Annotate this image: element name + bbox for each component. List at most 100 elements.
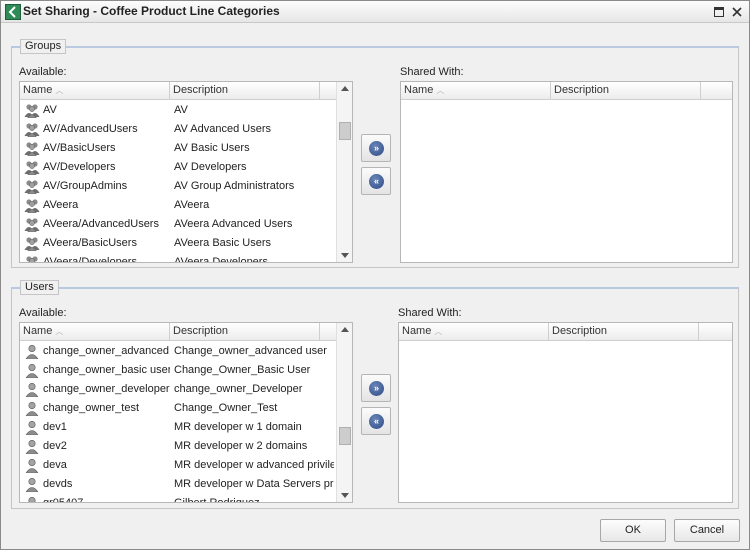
window-title: Set Sharing - Coffee Product Line Catego…	[23, 4, 280, 18]
scrollbar[interactable]	[336, 82, 352, 262]
table-row[interactable]: dev1 MR developer w 1 domain	[20, 418, 336, 437]
groups-available-rows: AV AV AV/AdvancedUsers AV Advanced Users AV/…	[20, 101, 336, 262]
groups-shared-label: Shared With:	[400, 66, 464, 78]
row-description: AVeera Advanced Users	[174, 218, 293, 230]
row-name: dev2	[24, 437, 170, 456]
row-description: AVeera	[174, 199, 210, 211]
scrollbar[interactable]	[336, 323, 352, 502]
table-row[interactable]: AV/BasicUsers AV Basic Users	[20, 139, 336, 158]
row-name-text: change_owner_basic user	[43, 364, 170, 376]
table-row[interactable]: change_owner_advanced Change_owner_advanc…	[20, 342, 336, 361]
add-user-button[interactable]: »	[361, 374, 391, 402]
column-header-description[interactable]: Description	[170, 323, 320, 341]
close-icon[interactable]	[730, 5, 744, 19]
column-header-name[interactable]: Name ︿	[399, 323, 549, 341]
remove-user-button[interactable]: «	[361, 407, 391, 435]
user-icon	[24, 344, 40, 360]
column-header-description[interactable]: Description	[170, 82, 320, 100]
move-left-icon: «	[369, 174, 384, 189]
table-row[interactable]: AVeera/AdvancedUsers AVeera Advanced User…	[20, 215, 336, 234]
users-shared-list[interactable]: Name ︿ Description	[398, 322, 733, 503]
scroll-thumb[interactable]	[339, 122, 351, 140]
table-row[interactable]: devds MR developer w Data Servers privile…	[20, 475, 336, 494]
user-icon	[24, 363, 40, 379]
row-description: AV Developers	[174, 161, 247, 173]
user-icon	[24, 458, 40, 474]
row-name: AVeera/AdvancedUsers	[24, 215, 170, 234]
ok-button[interactable]: OK	[600, 519, 666, 542]
row-name: change_owner_developer	[24, 380, 170, 399]
row-description: AV Advanced Users	[174, 123, 272, 135]
table-row[interactable]: dev2 MR developer w 2 domains	[20, 437, 336, 456]
scroll-up-icon[interactable]	[341, 327, 349, 332]
table-row[interactable]: gr05407 Gilbert Rodriguez	[20, 494, 336, 502]
row-name: AV/GroupAdmins	[24, 177, 170, 196]
table-row[interactable]: AVeera/Developers AVeera Developers	[20, 253, 336, 262]
row-name: dev1	[24, 418, 170, 437]
column-header-name[interactable]: Name ︿	[20, 82, 170, 100]
user-icon	[24, 420, 40, 436]
row-name-text: AV/GroupAdmins	[43, 180, 128, 192]
row-name-text: change_owner_advanced	[43, 345, 169, 357]
grid-header: Name ︿ Description	[401, 82, 732, 100]
cancel-button[interactable]: Cancel	[674, 519, 740, 542]
app-icon	[5, 4, 21, 20]
row-name: change_owner_test	[24, 399, 170, 418]
table-row[interactable]: AVeera/BasicUsers AVeera Basic Users	[20, 234, 336, 253]
row-description: MR developer w Data Servers privileges	[174, 478, 334, 490]
title-bar: Set Sharing - Coffee Product Line Catego…	[1, 1, 749, 23]
user-icon	[24, 439, 40, 455]
table-row[interactable]: AV/GroupAdmins AV Group Administrators	[20, 177, 336, 196]
row-name: AVeera/BasicUsers	[24, 234, 170, 253]
move-right-icon: »	[369, 141, 384, 156]
row-description: MR developer w 1 domain	[174, 421, 302, 433]
row-name: devds	[24, 475, 170, 494]
table-row[interactable]: change_owner_test Change_Owner_Test	[20, 399, 336, 418]
column-header-name[interactable]: Name ︿	[401, 82, 551, 100]
groups-available-list[interactable]: Name ︿ Description AV AV AV/AdvancedUsers AV…	[19, 81, 353, 263]
move-left-icon: «	[369, 414, 384, 429]
row-name-text: AVeera	[43, 199, 79, 211]
row-name: AVeera/Developers	[24, 253, 170, 262]
add-group-button[interactable]: »	[361, 134, 391, 162]
row-name-text: AV/BasicUsers	[43, 142, 116, 154]
table-row[interactable]: deva MR developer w advanced privileges	[20, 456, 336, 475]
scroll-up-icon[interactable]	[341, 86, 349, 91]
table-row[interactable]: change_owner_basic user Change_Owner_Basi…	[20, 361, 336, 380]
row-description: AV	[174, 104, 188, 116]
group-icon	[24, 198, 40, 214]
row-name-text: devds	[43, 478, 73, 490]
column-header-description[interactable]: Description	[551, 82, 701, 100]
scroll-thumb[interactable]	[339, 427, 351, 445]
groups-shared-list[interactable]: Name ︿ Description	[400, 81, 733, 263]
row-name: AV/Developers	[24, 158, 170, 177]
users-available-list[interactable]: Name ︿ Description change_owner_advanced C…	[19, 322, 353, 503]
table-row[interactable]: AV AV	[20, 101, 336, 120]
column-header-name[interactable]: Name ︿	[20, 323, 170, 341]
user-icon	[24, 382, 40, 398]
set-sharing-dialog: Set Sharing - Coffee Product Line Catego…	[0, 0, 750, 550]
grid-header: Name ︿ Description	[20, 82, 352, 100]
row-description: change_owner_Developer	[174, 383, 303, 395]
move-right-icon: »	[369, 381, 384, 396]
row-description: Change_Owner_Basic User	[174, 364, 311, 376]
table-row[interactable]: AV/AdvancedUsers AV Advanced Users	[20, 120, 336, 139]
group-icon	[24, 160, 40, 176]
table-row[interactable]: AVeera AVeera	[20, 196, 336, 215]
remove-group-button[interactable]: «	[361, 167, 391, 195]
row-name-text: AV/AdvancedUsers	[43, 123, 138, 135]
scroll-down-icon[interactable]	[341, 253, 349, 258]
users-available-rows: change_owner_advanced Change_owner_advanc…	[20, 342, 336, 502]
table-row[interactable]: change_owner_developer change_owner_Devel…	[20, 380, 336, 399]
row-description: AV Basic Users	[174, 142, 250, 154]
row-name-text: AV/Developers	[43, 161, 116, 173]
scroll-down-icon[interactable]	[341, 493, 349, 498]
user-icon	[24, 477, 40, 493]
table-row[interactable]: AV/Developers AV Developers	[20, 158, 336, 177]
groups-available-label: Available:	[19, 66, 67, 78]
row-name: gr05407	[24, 494, 170, 502]
column-header-description[interactable]: Description	[549, 323, 699, 341]
row-description: Gilbert Rodriguez	[172, 494, 334, 502]
grid-header: Name ︿ Description	[399, 323, 732, 341]
maximize-icon[interactable]	[712, 5, 726, 19]
